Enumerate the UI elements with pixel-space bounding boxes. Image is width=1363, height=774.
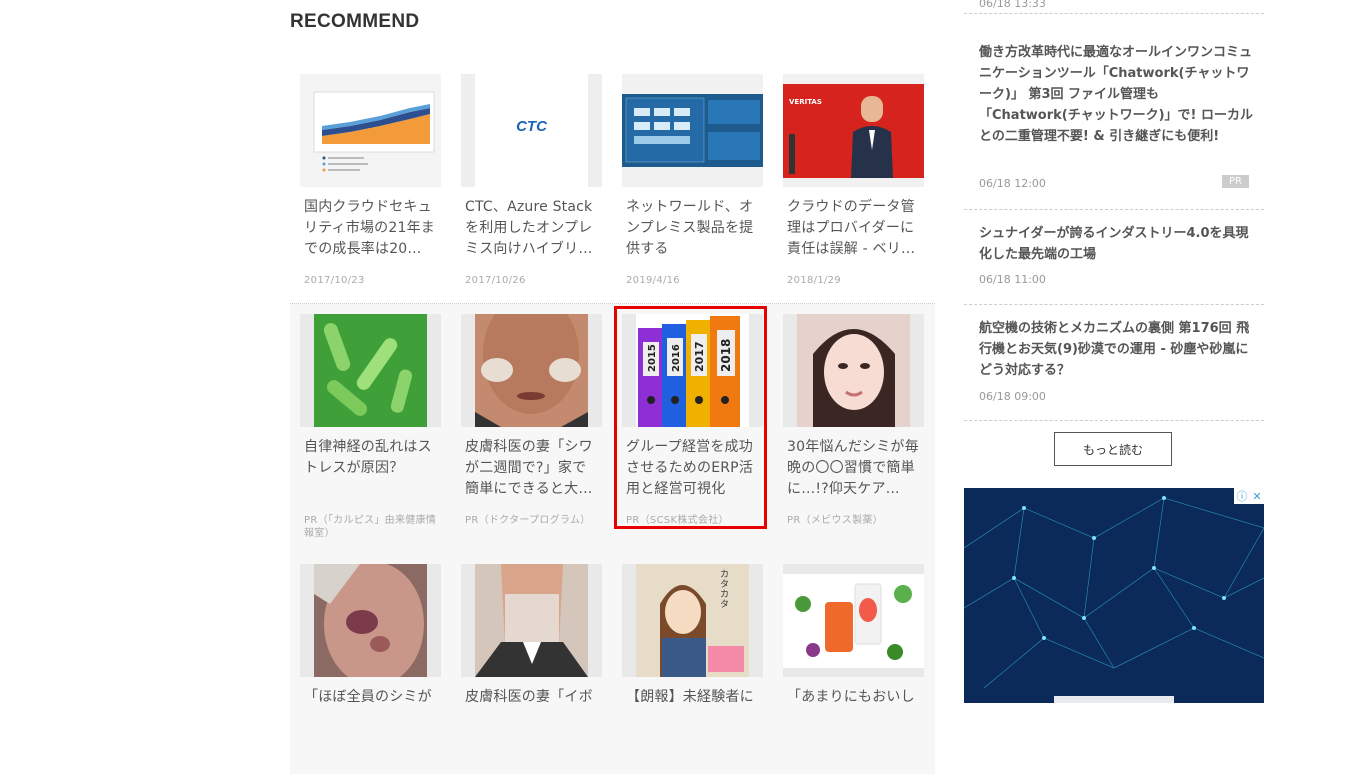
card-source: PR（ドクタープログラム） bbox=[465, 515, 591, 526]
card-title[interactable]: CTC、Azure Stackを利用したオンプレミス向けハイブリ… bbox=[465, 197, 599, 260]
card-title[interactable]: 国内クラウドセキュリティ市場の21年までの成長率は20… bbox=[304, 197, 438, 260]
read-more-button[interactable]: もっと読む bbox=[1054, 432, 1172, 466]
card-title[interactable]: 自律神経の乱れはストレスが原因？ bbox=[304, 437, 438, 500]
face-cream-photo[interactable] bbox=[461, 314, 602, 427]
manga-sound-text: カタカタ bbox=[720, 570, 730, 610]
card-title[interactable]: 【朗報】未経験者に bbox=[626, 687, 760, 750]
card-title[interactable]: 「あまりにもおいし bbox=[787, 687, 921, 750]
highlight-box bbox=[614, 306, 767, 529]
neck-photo[interactable] bbox=[461, 564, 602, 677]
sidebar-date: 06/18 13:33 bbox=[979, 0, 1046, 10]
sidebar-article[interactable]: 航空機の技術とメカニズムの裏側 第176回 飛行機とお天気(9)砂漠での運用 -… bbox=[964, 305, 1264, 421]
card-title[interactable]: 「ほぼ全員のシミが bbox=[304, 687, 438, 750]
sidebar-article[interactable]: シュナイダーが誇るインダストリー4.0を具現化した最先端の工場 06/18 11… bbox=[964, 210, 1264, 305]
sidebar-article-title[interactable]: 働き方改革時代に最適なオールインワンコミュニケーションツール「Chatwork(… bbox=[979, 42, 1254, 147]
sidebar-article[interactable]: 働き方改革時代に最適なオールインワンコミュニケーションツール「Chatwork(… bbox=[964, 13, 1264, 210]
bacteria-image[interactable] bbox=[300, 314, 441, 427]
ctc-logo-text: CTC bbox=[516, 118, 547, 135]
card-source: PR（「カルピス」由来健康情報室） bbox=[304, 515, 437, 539]
recommend-heading: RECOMMEND bbox=[290, 11, 420, 32]
card-title[interactable]: 皮膚科医の妻「イボ bbox=[465, 687, 599, 750]
card-title[interactable]: 皮膚科医の妻「シワが二週間で?」家で簡単にできると大… bbox=[465, 437, 599, 500]
sidebar-article-title[interactable]: 航空機の技術とメカニズムの裏側 第176回 飛行機とお天気(9)砂漠での運用 -… bbox=[979, 318, 1254, 381]
diagram-thumbnail[interactable] bbox=[622, 74, 763, 187]
sidebar-ad[interactable]: ⓘ ✕ bbox=[964, 488, 1264, 703]
woman-photo[interactable] bbox=[783, 314, 924, 427]
ctc-logo[interactable]: CTC bbox=[461, 74, 602, 187]
card-date: 2017/10/23 bbox=[304, 275, 365, 286]
ad-choices[interactable]: ⓘ ✕ bbox=[1234, 488, 1264, 504]
card-title[interactable]: 30年悩んだシミが毎晩の〇〇習慣で簡単に…!?仰天ケア… bbox=[787, 437, 921, 500]
pr-badge: PR bbox=[1222, 175, 1249, 188]
sidebar-article-title[interactable]: シュナイダーが誇るインダストリー4.0を具現化した最先端の工場 bbox=[979, 223, 1254, 265]
card-title[interactable]: クラウドのデータ管理はプロバイダーに責任は誤解 - ベリ… bbox=[787, 197, 921, 260]
sidebar-date: 06/18 12:00 bbox=[979, 177, 1046, 190]
card-source: PR（メビウス製薬） bbox=[787, 515, 883, 526]
sidebar-date: 06/18 11:00 bbox=[979, 273, 1046, 286]
veritas-logo-text: VERITAS bbox=[789, 98, 822, 106]
sidebar-date: 06/18 09:00 bbox=[979, 390, 1046, 403]
card-date: 2019/4/16 bbox=[626, 275, 680, 286]
close-icon[interactable]: ✕ bbox=[1252, 490, 1261, 503]
sidebar-prev-item[interactable]: 06/18 13:33 bbox=[964, 0, 1264, 14]
manga-thumbnail[interactable]: カタカタ bbox=[622, 564, 763, 677]
card-title[interactable]: ネットワールド、オンプレミス製品を提供するStratoscale… bbox=[626, 197, 760, 260]
chart-thumbnail[interactable] bbox=[300, 74, 441, 187]
card-date: 2018/1/29 bbox=[787, 275, 841, 286]
face-spot-photo[interactable] bbox=[300, 564, 441, 677]
info-icon[interactable]: ⓘ bbox=[1236, 488, 1247, 504]
juice-photo[interactable] bbox=[783, 564, 924, 677]
speaker-photo[interactable]: VERITAS bbox=[783, 74, 924, 187]
card-date: 2017/10/26 bbox=[465, 275, 526, 286]
